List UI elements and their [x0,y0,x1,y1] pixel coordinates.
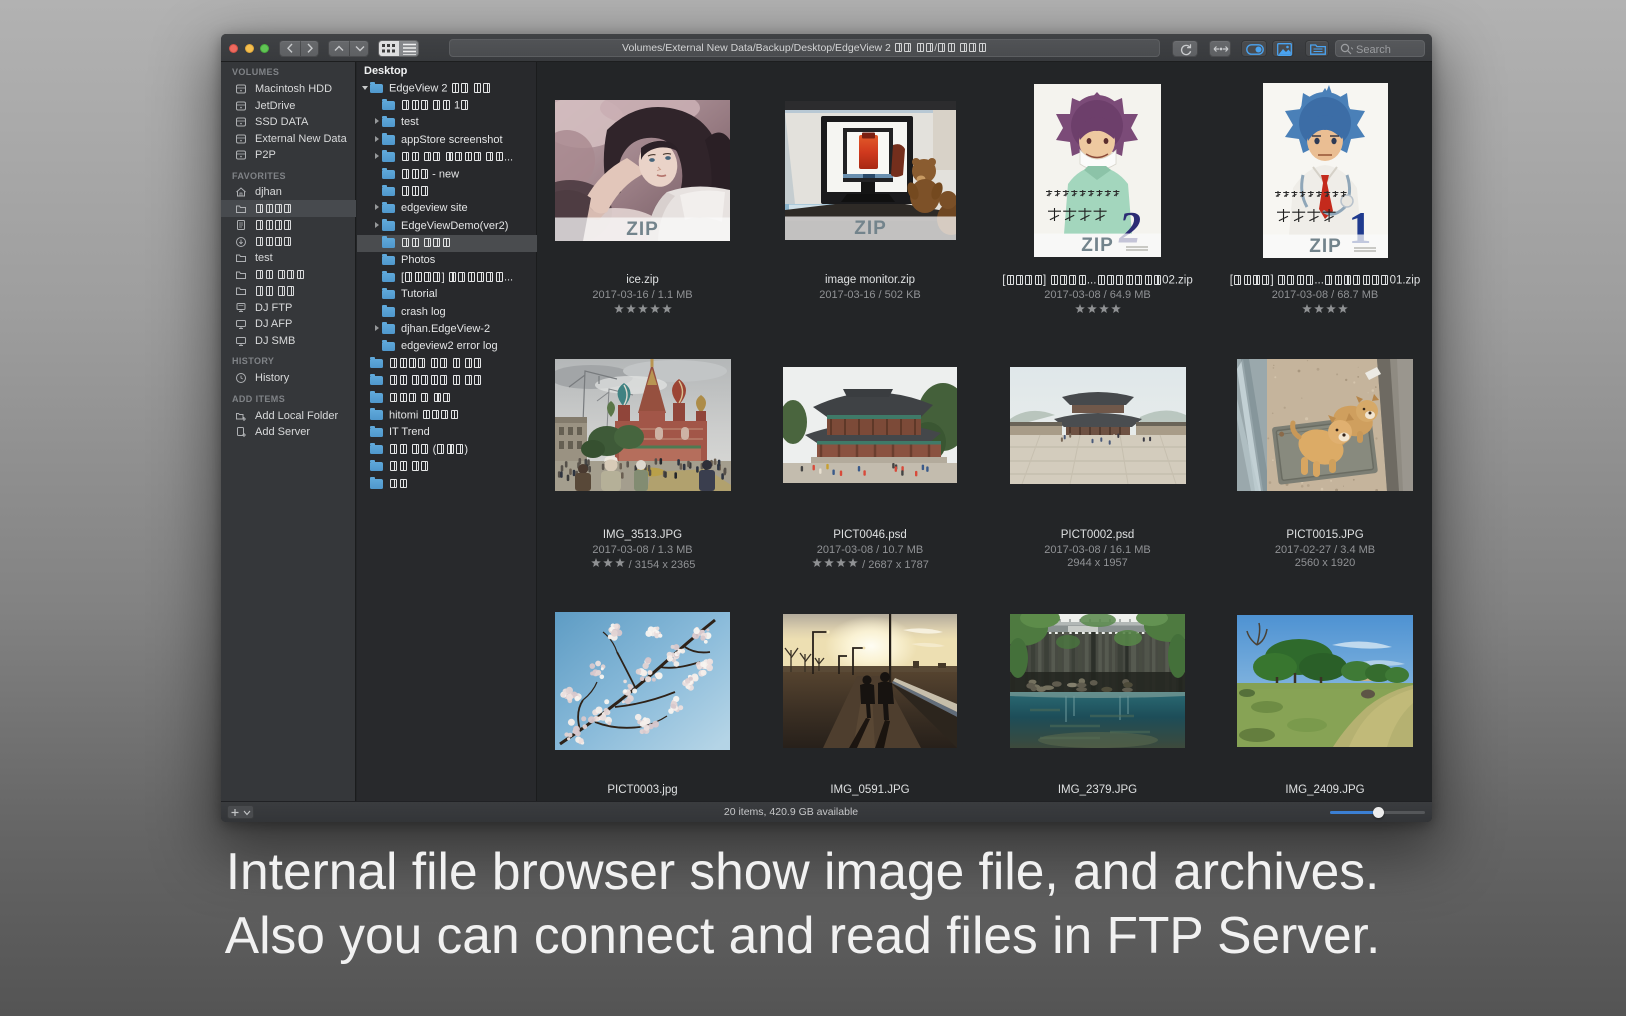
svg-text:ZIP: ZIP [1309,236,1342,257]
svg-text:ZIP: ZIP [626,219,659,240]
svg-text:ZIP: ZIP [854,218,887,239]
svg-text:ZIP: ZIP [1081,235,1114,256]
